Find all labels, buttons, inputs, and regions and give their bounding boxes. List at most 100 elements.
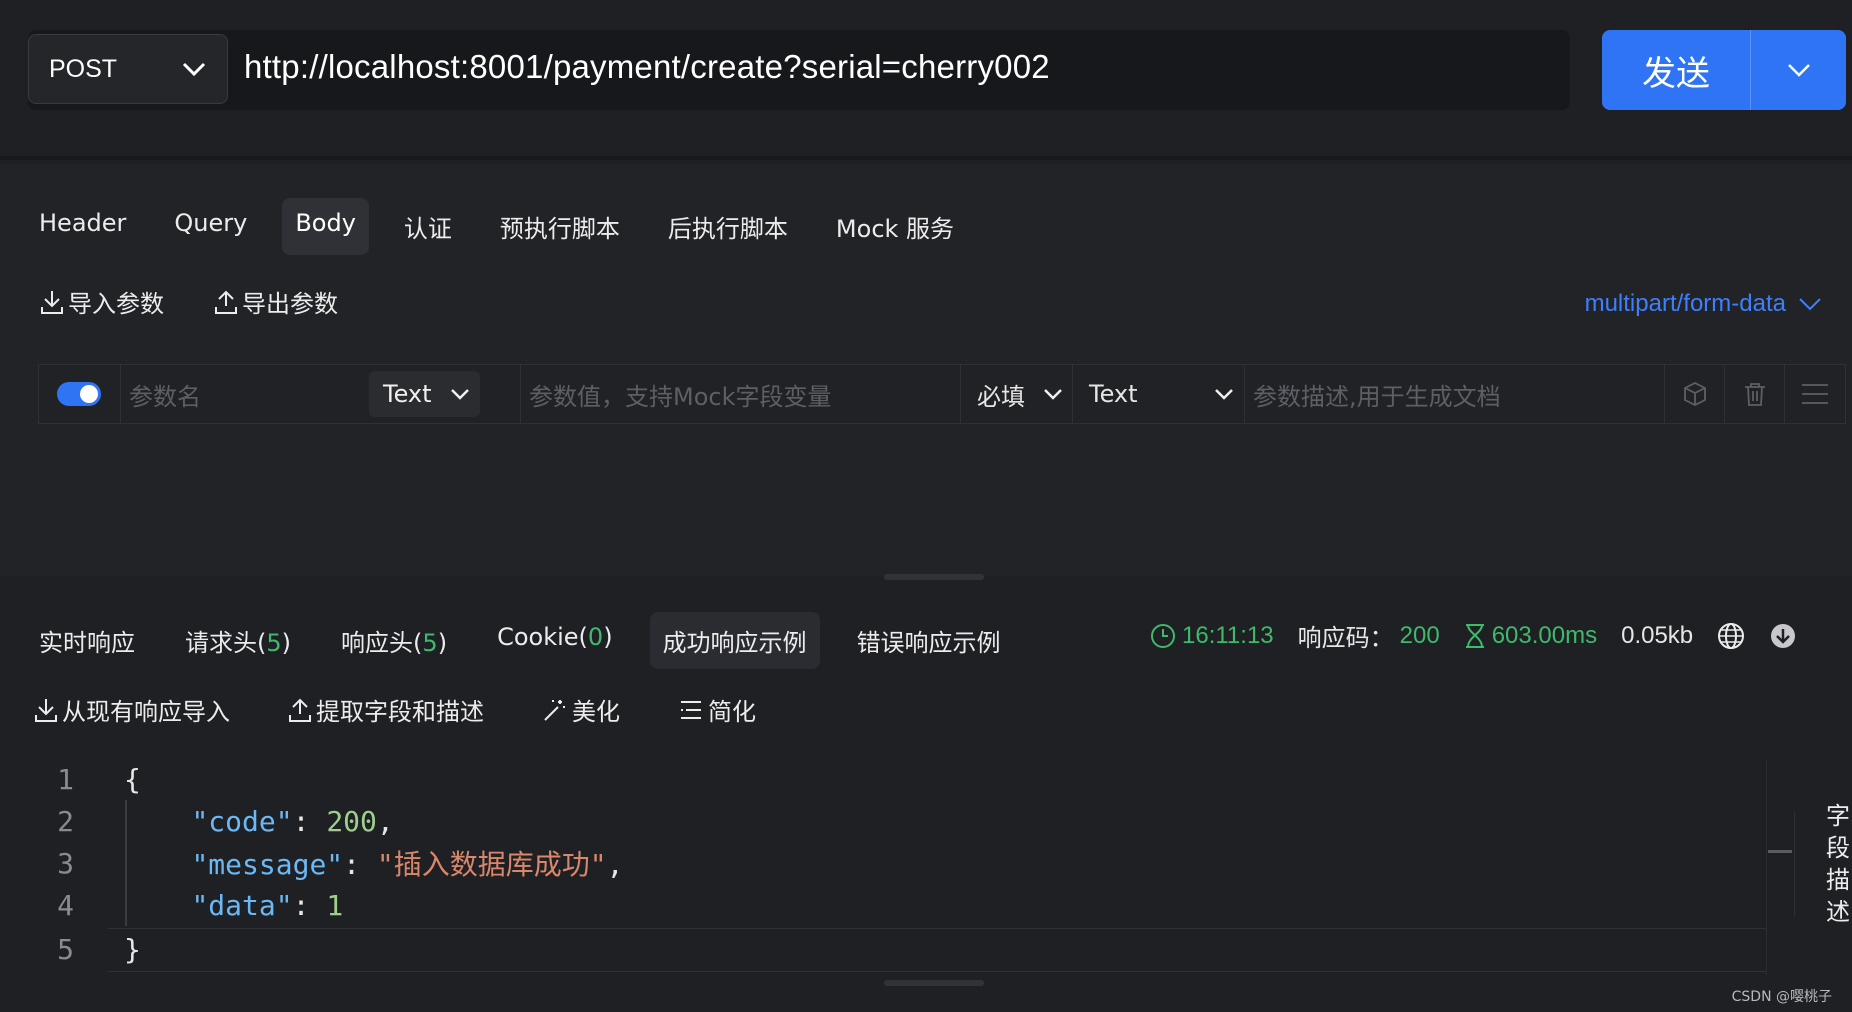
tab-error-example[interactable]: 错误响应示例 — [844, 612, 1014, 669]
tab-pre-script[interactable]: 预执行脚本 — [487, 198, 633, 255]
chevron-down-icon — [182, 62, 206, 77]
simplify-button[interactable]: 简化 — [678, 692, 756, 727]
line-number: 3 — [57, 846, 74, 880]
extract-fields-label: 提取字段和描述 — [316, 698, 484, 726]
import-from-response-label: 从现有响应导入 — [62, 698, 230, 726]
status-code-value: 200 — [1399, 621, 1440, 649]
param-required-select[interactable]: 必填 — [961, 365, 1073, 423]
current-line-highlight — [108, 928, 1766, 972]
hourglass-icon — [1465, 623, 1484, 648]
status-code: 响应码： 200 — [1298, 618, 1440, 653]
code-text: } — [124, 932, 141, 966]
download-circle-icon[interactable] — [1769, 622, 1797, 650]
send-dropdown[interactable] — [1751, 62, 1846, 78]
chevron-down-icon — [450, 389, 469, 400]
param-type-select[interactable]: Text — [369, 371, 480, 417]
magic-wand-icon — [544, 699, 565, 721]
tab-post-script[interactable]: 后执行脚本 — [655, 198, 801, 255]
delete-param-button[interactable] — [1725, 365, 1785, 423]
editor-scrollbar[interactable] — [1766, 760, 1794, 974]
response-meta: 16:11:13 响应码： 200 603.00ms 0.05kb — [1150, 618, 1797, 653]
method-select[interactable]: POST — [28, 34, 228, 104]
import-params-label: 导入参数 — [68, 290, 164, 318]
list-icon — [681, 700, 701, 719]
drag-handle[interactable] — [1785, 365, 1845, 423]
tab-request-headers[interactable]: 请求头(5) — [172, 612, 304, 669]
response-size: 0.05kb — [1621, 622, 1693, 650]
resize-handle[interactable] — [884, 574, 984, 580]
response-tabs: 实时响应 请求头(5) 响应头(5) Cookie(0) 成功响应示例 错误响应… — [26, 612, 1038, 669]
upload-icon — [215, 290, 237, 314]
import-from-response-button[interactable]: 从现有响应导入 — [34, 692, 230, 727]
url-input[interactable]: http://localhost:8001/payment/create?ser… — [244, 48, 1050, 86]
tab-body[interactable]: Body — [282, 198, 369, 255]
param-value-cell: 参数值，支持Mock字段变量 — [521, 365, 961, 423]
menu-icon — [1802, 384, 1828, 404]
download-icon — [35, 698, 57, 722]
line-number: 5 — [57, 932, 74, 966]
json-value: 1 — [326, 888, 344, 922]
tab-label: Cookie — [497, 623, 579, 651]
json-key: "code" — [191, 804, 293, 838]
upload-icon — [289, 698, 311, 722]
tab-count: 5 — [266, 629, 282, 657]
beautify-button[interactable]: 美化 — [542, 692, 620, 727]
tab-mock[interactable]: Mock 服务 — [823, 198, 967, 255]
tab-label: 响应头 — [341, 629, 414, 657]
globe-icon[interactable] — [1717, 622, 1745, 650]
chevron-down-icon — [1044, 389, 1062, 400]
extract-fields-button[interactable]: 提取字段和描述 — [288, 692, 484, 727]
import-params-button[interactable]: 导入参数 — [40, 284, 164, 319]
body-actions: 导入参数 导出参数 — [40, 284, 338, 319]
code-line: 3 "message": "插入数据库成功", — [0, 842, 623, 884]
tab-label: 错误响应示例 — [856, 629, 1001, 657]
param-field-type-select[interactable]: Text — [1073, 365, 1245, 423]
resize-handle[interactable] — [884, 980, 984, 986]
send-button[interactable]: 发送 — [1602, 30, 1846, 110]
code-line: 4 "data": 1 — [0, 884, 343, 926]
watermark: CSDN @嘤桃子 — [1731, 989, 1832, 1005]
tab-query[interactable]: Query — [161, 198, 260, 255]
code-text: "code": 200, — [191, 804, 394, 838]
tab-auth[interactable]: 认证 — [391, 198, 465, 255]
response-example-editor[interactable]: 1 { 2 "code": 200, 3 "message": "插入数据库成功… — [0, 756, 1768, 978]
status-code-label: 响应码： — [1297, 625, 1394, 652]
tab-count: 5 — [422, 629, 438, 657]
param-desc-input[interactable]: 参数描述,用于生成文档 — [1253, 377, 1501, 412]
tab-realtime-response[interactable]: 实时响应 — [26, 612, 148, 669]
param-enabled-cell — [39, 365, 121, 423]
param-enabled-toggle[interactable] — [57, 382, 101, 406]
export-params-button[interactable]: 导出参数 — [214, 284, 338, 319]
response-time: 16:11:13 — [1150, 622, 1274, 650]
chevron-down-icon — [1799, 298, 1821, 311]
tab-header[interactable]: Header — [26, 198, 139, 255]
mock-button[interactable] — [1665, 365, 1725, 423]
param-name-cell: 参数名 Text — [121, 365, 521, 423]
chevron-down-icon — [1215, 389, 1233, 400]
line-number: 4 — [57, 888, 74, 922]
request-panel: Header Query Body 认证 预执行脚本 后执行脚本 Mock 服务… — [0, 164, 1852, 576]
method-label: POST — [49, 54, 118, 83]
content-type-select[interactable]: multipart/form-data — [1585, 290, 1822, 318]
response-actions: 从现有响应导入 提取字段和描述 美化 简化 — [34, 692, 756, 727]
response-duration-value: 603.00ms — [1491, 621, 1598, 649]
param-value-input[interactable]: 参数值，支持Mock字段变量 — [529, 377, 831, 412]
code-text: { — [124, 762, 141, 796]
param-name-input[interactable]: 参数名 — [129, 377, 363, 412]
line-number: 1 — [57, 762, 74, 796]
field-description-panel-toggle[interactable]: 字段描述 — [1824, 800, 1852, 928]
json-key: "message" — [191, 848, 344, 881]
cube-icon — [1683, 381, 1706, 407]
tab-cookie[interactable]: Cookie(0) — [484, 612, 626, 669]
tab-response-headers[interactable]: 响应头(5) — [328, 612, 460, 669]
simplify-label: 简化 — [708, 698, 756, 726]
code-text: "data": 1 — [191, 888, 344, 922]
beautify-label: 美化 — [572, 698, 620, 726]
tab-success-example[interactable]: 成功响应示例 — [649, 612, 820, 669]
clock-icon — [1151, 623, 1175, 648]
response-duration: 603.00ms — [1464, 622, 1597, 650]
send-label: 发送 — [1642, 53, 1710, 94]
code-line: 5 } — [0, 928, 141, 970]
request-bar: POST http://localhost:8001/payment/creat… — [0, 0, 1852, 160]
tab-count: 0 — [587, 623, 604, 651]
